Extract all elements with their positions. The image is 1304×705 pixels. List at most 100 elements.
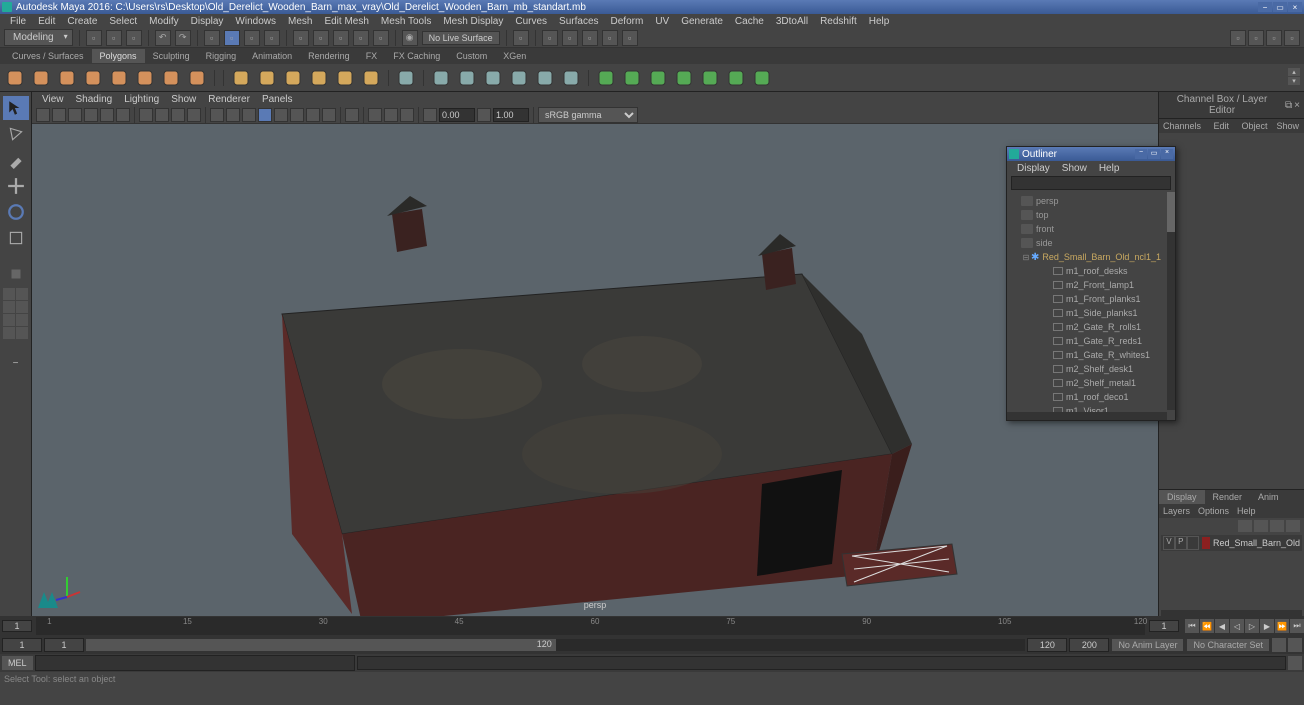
outliner-close-icon[interactable]: × (1161, 149, 1173, 159)
goto-end-icon[interactable]: ⏭ (1290, 619, 1304, 633)
shelf-plat-cyl-icon[interactable] (282, 67, 304, 89)
menu-mesh[interactable]: Mesh (282, 16, 318, 27)
layer-move-down-icon[interactable] (1254, 520, 1268, 532)
layout-persp-icon[interactable] (16, 327, 28, 339)
shelf-pyramid-icon[interactable] (186, 67, 208, 89)
shelf-tab-xgen[interactable]: XGen (495, 49, 534, 63)
history-icon[interactable]: ▫ (513, 30, 529, 46)
anim-layer-dropdown[interactable]: No Anim Layer (1111, 638, 1184, 652)
color-management-dropdown[interactable]: sRGB gamma (538, 107, 638, 123)
menu-3dtoall[interactable]: 3DtoAll (770, 16, 814, 27)
xray-icon[interactable] (368, 108, 382, 122)
cb-tab-show[interactable]: Show (1272, 119, 1304, 133)
character-set-dropdown[interactable]: No Character Set (1186, 638, 1270, 652)
outliner-mesh-m1_Side_planks1[interactable]: m1_Side_planks1 (1007, 306, 1175, 320)
shelf-mirror-icon[interactable] (673, 67, 695, 89)
range-start2-field[interactable] (44, 638, 84, 652)
layer-tab-display[interactable]: Display (1159, 490, 1205, 504)
shelf-append-icon[interactable] (508, 67, 530, 89)
range-end-field[interactable] (1027, 638, 1067, 652)
outliner-camera-top[interactable]: top (1007, 208, 1175, 222)
shelf-plat-torus-icon[interactable] (334, 67, 356, 89)
select-face-icon[interactable]: ▫ (244, 30, 260, 46)
layer-color-swatch[interactable] (1202, 537, 1210, 549)
shelf-bevel-icon[interactable] (482, 67, 504, 89)
shelf-plat-plane-icon[interactable] (360, 67, 382, 89)
outliner-mesh-m1_Front_planks1[interactable]: m1_Front_planks1 (1007, 292, 1175, 306)
shelf-sphere-icon[interactable] (4, 67, 26, 89)
layer-new-selected-icon[interactable] (1286, 520, 1300, 532)
select-tool-icon[interactable] (3, 96, 29, 120)
layout-outliner-icon[interactable] (3, 327, 15, 339)
shelf-torus-icon[interactable] (108, 67, 130, 89)
outliner-mesh-m2_Front_lamp1[interactable]: m2_Front_lamp1 (1007, 278, 1175, 292)
exposure-icon[interactable] (423, 108, 437, 122)
shelf-tab-animation[interactable]: Animation (244, 49, 300, 63)
outliner-mesh-m1_roof_deco1[interactable]: m1_roof_deco1 (1007, 390, 1175, 404)
bookmark-icon[interactable] (68, 108, 82, 122)
layer-menu-options[interactable]: Options (1198, 506, 1229, 516)
layer-new-empty-icon[interactable] (1270, 520, 1284, 532)
select-edge-icon[interactable]: ▫ (224, 30, 240, 46)
menu-curves[interactable]: Curves (509, 16, 553, 27)
shelf-cylinder-icon[interactable] (56, 67, 78, 89)
outliner-maximize-icon[interactable]: ▭ (1148, 149, 1160, 159)
step-forward-icon[interactable]: ▶ (1260, 619, 1274, 633)
move-tool-icon[interactable] (3, 174, 29, 198)
panel-menu-view[interactable]: View (36, 94, 70, 105)
mode-selector[interactable]: Modeling (4, 29, 73, 46)
redo-icon[interactable]: ↷ (175, 30, 191, 46)
menu-generate[interactable]: Generate (675, 16, 729, 27)
wireframe-icon[interactable] (210, 108, 224, 122)
layout-custom-icon[interactable] (16, 314, 28, 326)
viewport-3d[interactable]: persp (32, 124, 1158, 616)
outliner-vscrollbar[interactable] (1167, 192, 1175, 410)
step-forward-key-icon[interactable]: ⏩ (1275, 619, 1289, 633)
outliner-camera-persp[interactable]: persp (1007, 194, 1175, 208)
textured-icon[interactable] (242, 108, 256, 122)
shelf-plat-sphere-icon[interactable] (230, 67, 252, 89)
outliner-menu-display[interactable]: Display (1011, 163, 1056, 174)
live-surface-icon[interactable]: ◉ (402, 30, 418, 46)
outliner-hscrollbar[interactable] (1007, 412, 1167, 420)
outliner-title-bar[interactable]: Outliner − ▭ × (1007, 147, 1175, 161)
outliner-menu-show[interactable]: Show (1056, 163, 1093, 174)
select-camera-icon[interactable] (36, 108, 50, 122)
layer-move-up-icon[interactable] (1238, 520, 1252, 532)
menu-uv[interactable]: UV (649, 16, 675, 27)
outliner-mesh-m2_Shelf_metal1[interactable]: m2_Shelf_metal1 (1007, 376, 1175, 390)
maximize-button[interactable]: ▭ (1273, 2, 1287, 12)
range-start-field[interactable] (2, 638, 42, 652)
select-object-icon[interactable]: ▫ (264, 30, 280, 46)
shaded-icon[interactable] (226, 108, 240, 122)
play-forward-icon[interactable]: ▷ (1245, 619, 1259, 633)
resolution-gate-icon[interactable] (171, 108, 185, 122)
shelf-quad-icon[interactable] (621, 67, 643, 89)
range-total-field[interactable] (1069, 638, 1109, 652)
menu-cache[interactable]: Cache (729, 16, 770, 27)
save-scene-icon[interactable]: ▫ (126, 30, 142, 46)
panel-layout-icon-1[interactable]: ▫ (1230, 30, 1246, 46)
snap-grid-icon[interactable]: ▫ (293, 30, 309, 46)
channel-box-close-icon[interactable]: × (1294, 100, 1300, 111)
cmd-lang-label[interactable]: MEL (2, 656, 33, 670)
shelf-tab-custom[interactable]: Custom (448, 49, 495, 63)
shelf-tab-curves-surfaces[interactable]: Curves / Surfaces (4, 49, 92, 63)
layout-single-icon[interactable] (3, 288, 15, 300)
gamma-field[interactable] (493, 108, 529, 122)
layer-menu-layers[interactable]: Layers (1163, 506, 1190, 516)
menu-file[interactable]: File (4, 16, 32, 27)
lasso-tool-icon[interactable] (3, 122, 29, 146)
shelf-scroll-up-icon[interactable]: ▴ (1288, 68, 1300, 76)
step-back-icon[interactable]: ◀ (1215, 619, 1229, 633)
shelf-tri-icon[interactable] (647, 67, 669, 89)
shelf-bridge-icon[interactable] (456, 67, 478, 89)
channel-box-dock-icon[interactable]: ⧉ (1285, 100, 1292, 111)
layer-tab-anim[interactable]: Anim (1250, 490, 1287, 504)
outliner-camera-front[interactable]: front (1007, 222, 1175, 236)
render-layers-icon[interactable]: ▫ (602, 30, 618, 46)
script-editor-icon[interactable] (1288, 656, 1302, 670)
close-button[interactable]: × (1288, 2, 1302, 12)
menu-help[interactable]: Help (863, 16, 896, 27)
select-vertex-icon[interactable]: ▫ (204, 30, 220, 46)
